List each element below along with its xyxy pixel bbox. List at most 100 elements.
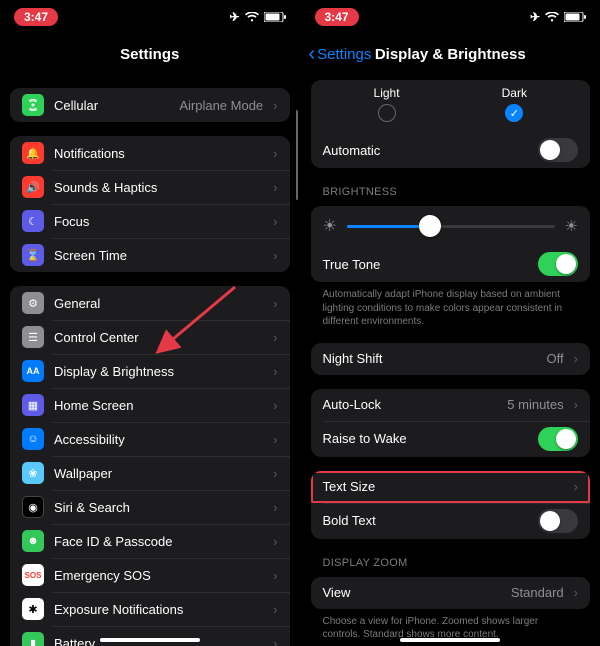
row-text-size[interactable]: Text Size ›: [311, 471, 591, 503]
home-indicator[interactable]: [100, 638, 200, 642]
toggle-off[interactable]: [538, 509, 578, 533]
row-label: View: [323, 585, 501, 600]
row-night-shift[interactable]: Night Shift Off ›: [311, 343, 591, 375]
home-screen-icon: ▦: [22, 394, 44, 416]
row-display-brightness[interactable]: AA Display & Brightness ›: [10, 354, 290, 388]
row-bold-text[interactable]: Bold Text: [311, 503, 591, 539]
accessibility-icon: ☺: [22, 428, 44, 450]
sun-large-icon: ☀︎: [565, 217, 578, 235]
row-sounds-haptics[interactable]: 🔊 Sounds & Haptics ›: [10, 170, 290, 204]
siri-icon: ◉: [22, 496, 44, 518]
row-notifications[interactable]: 🔔 Notifications ›: [10, 136, 290, 170]
status-bar: 3:47 ✈︎: [301, 0, 600, 34]
status-time: 3:47: [14, 8, 58, 26]
battery-icon: [564, 12, 586, 22]
chevron-right-icon: ›: [574, 397, 578, 412]
row-battery[interactable]: ▮Battery›: [10, 626, 290, 646]
home-indicator[interactable]: [400, 638, 500, 642]
row-screen-time[interactable]: ⌛ Screen Time ›: [10, 238, 290, 272]
sos-icon: SOS: [22, 564, 44, 586]
row-brightness-slider[interactable]: ☀︎ ☀︎: [311, 206, 591, 246]
group-cellular: Cellular Airplane Mode ›: [10, 88, 290, 122]
radio-unchecked-icon: [378, 104, 396, 122]
general-icon: ⚙: [22, 292, 44, 314]
row-label: Wallpaper: [54, 466, 263, 481]
row-exposure-notifications[interactable]: ✱Exposure Notifications›: [10, 592, 290, 626]
row-wallpaper[interactable]: ❀ Wallpaper ›: [10, 456, 290, 490]
exposure-icon: ✱: [22, 598, 44, 620]
airplane-icon: ✈︎: [530, 10, 540, 24]
group-zoom: View Standard ›: [311, 577, 591, 609]
scroll-indicator[interactable]: [296, 110, 298, 200]
row-label: Exposure Notifications: [54, 602, 263, 617]
chevron-right-icon: ›: [273, 568, 277, 583]
appearance-option-light[interactable]: Light: [374, 86, 400, 122]
row-value: 5 minutes: [507, 397, 563, 412]
chevron-right-icon: ›: [273, 500, 277, 515]
row-label: General: [54, 296, 263, 311]
section-header-brightness: BRIGHTNESS: [323, 186, 579, 198]
row-true-tone[interactable]: True Tone: [311, 246, 591, 282]
row-label: Automatic: [323, 143, 529, 158]
radio-checked-icon: [505, 104, 523, 122]
row-siri-search[interactable]: ◉ Siri & Search ›: [10, 490, 290, 524]
row-accessibility[interactable]: ☺Accessibility›: [10, 422, 290, 456]
settings-screen: 3:47 ✈︎ Settings Cellular Airplane Mode …: [0, 0, 300, 646]
row-auto-lock[interactable]: Auto-Lock 5 minutes ›: [311, 389, 591, 421]
row-face-id[interactable]: ☻Face ID & Passcode›: [10, 524, 290, 558]
row-automatic[interactable]: Automatic: [311, 132, 591, 168]
row-label: Sounds & Haptics: [54, 180, 263, 195]
display-brightness-screen: 3:47 ✈︎ ‹ Settings Display & Brightness …: [300, 0, 600, 646]
row-label: Face ID & Passcode: [54, 534, 263, 549]
back-button[interactable]: ‹ Settings: [309, 34, 372, 74]
toggle-on[interactable]: [538, 427, 578, 451]
chevron-right-icon: ›: [273, 98, 277, 113]
row-cellular[interactable]: Cellular Airplane Mode ›: [10, 88, 290, 122]
toggle-on[interactable]: [538, 252, 578, 276]
chevron-left-icon: ‹: [309, 43, 316, 66]
chevron-right-icon: ›: [574, 351, 578, 366]
chevron-right-icon: ›: [574, 479, 578, 494]
row-label: Text Size: [323, 479, 564, 494]
chevron-right-icon: ›: [273, 466, 277, 481]
battery-icon: ▮: [22, 632, 44, 646]
toggle-off[interactable]: [538, 138, 578, 162]
row-value: Airplane Mode: [179, 98, 263, 113]
wallpaper-icon: ❀: [22, 462, 44, 484]
status-bar: 3:47 ✈︎: [0, 0, 300, 34]
row-label: Screen Time: [54, 248, 263, 263]
row-focus[interactable]: ☾ Focus ›: [10, 204, 290, 238]
status-time: 3:47: [315, 8, 359, 26]
group-general: ⚙ General › ☰ Control Center › AA Display & B…: [10, 286, 290, 646]
row-general[interactable]: ⚙General›: [10, 286, 290, 320]
display-icon: AA: [22, 360, 44, 382]
notifications-icon: 🔔: [22, 142, 44, 164]
group-night-shift: Night Shift Off ›: [311, 343, 591, 375]
control-center-icon: ☰: [22, 326, 44, 348]
sounds-icon: 🔊: [22, 176, 44, 198]
row-label: True Tone: [323, 257, 529, 272]
row-label: Siri & Search: [54, 500, 263, 515]
cellular-icon: [22, 94, 44, 116]
chevron-right-icon: ›: [273, 214, 277, 229]
chevron-right-icon: ›: [273, 364, 277, 379]
row-home-screen[interactable]: ▦Home Screen›: [10, 388, 290, 422]
row-raise-to-wake[interactable]: Raise to Wake: [311, 421, 591, 457]
face-id-icon: ☻: [22, 530, 44, 552]
chevron-right-icon: ›: [273, 636, 277, 646]
row-label: Cellular: [54, 98, 169, 113]
row-label: Display & Brightness: [54, 364, 263, 379]
nav-bar: ‹ Settings Display & Brightness: [301, 34, 600, 74]
row-label: Control Center: [54, 330, 263, 345]
group-text: Text Size › Bold Text: [311, 471, 591, 539]
wifi-icon: [545, 12, 559, 22]
chevron-right-icon: ›: [273, 398, 277, 413]
row-view[interactable]: View Standard ›: [311, 577, 591, 609]
row-control-center[interactable]: ☰ Control Center ›: [10, 320, 290, 354]
brightness-slider[interactable]: [347, 225, 555, 228]
sun-small-icon: ☀︎: [323, 216, 337, 236]
back-label: Settings: [317, 46, 371, 63]
row-emergency-sos[interactable]: SOSEmergency SOS›: [10, 558, 290, 592]
chevron-right-icon: ›: [273, 330, 277, 345]
appearance-option-dark[interactable]: Dark: [502, 86, 527, 122]
